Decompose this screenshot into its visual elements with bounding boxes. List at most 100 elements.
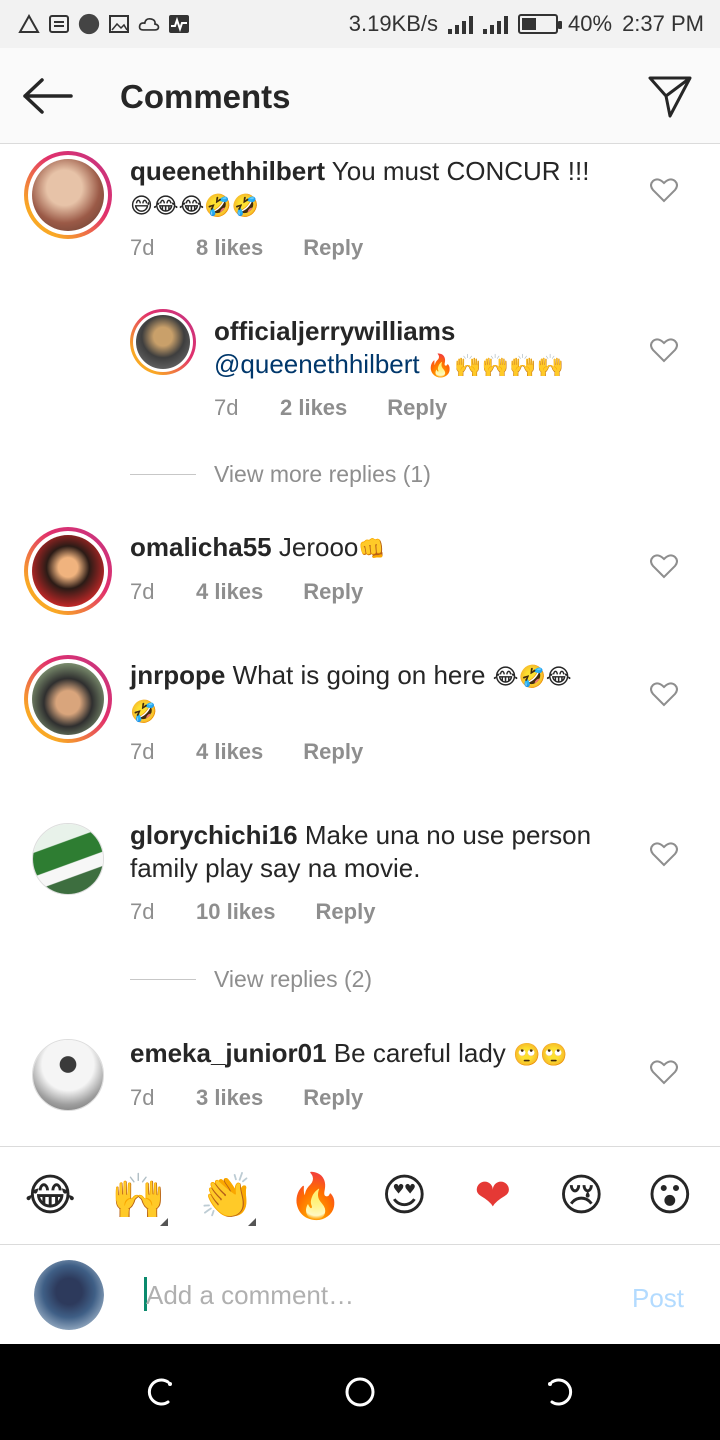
heart-outline-icon[interactable] xyxy=(650,841,678,867)
battery-icon xyxy=(518,14,563,34)
skin-tone-indicator xyxy=(248,1217,257,1226)
system-nav-bar xyxy=(0,1344,720,1440)
comment-meta: 7d 4 likes Reply xyxy=(130,579,363,605)
current-user-avatar xyxy=(34,1260,104,1330)
divider xyxy=(130,474,196,475)
notification-icons xyxy=(18,13,190,35)
reply-button[interactable]: Reply xyxy=(316,899,376,925)
comment-emojis-line2: 🤣 xyxy=(130,700,158,725)
back-nav-icon[interactable] xyxy=(542,1374,578,1410)
comment-body: Make una no use person xyxy=(304,820,592,850)
signal-icon xyxy=(448,14,474,34)
warning-icon xyxy=(18,13,40,35)
comment-emojis: 😅😂😂🤣🤣 xyxy=(130,194,260,219)
message-icon xyxy=(48,13,70,35)
dot-icon xyxy=(78,13,100,35)
comment-meta: 7d 3 likes Reply xyxy=(130,1085,363,1111)
comment-time: 7d xyxy=(130,235,155,260)
heart-outline-icon[interactable] xyxy=(650,337,678,363)
comment-likes[interactable]: 4 likes xyxy=(196,739,263,765)
paper-plane-icon[interactable] xyxy=(646,72,694,120)
emoji-heart-button[interactable]: ❤ xyxy=(458,1170,528,1221)
arrow-left-icon[interactable] xyxy=(22,76,74,116)
emoji-quick-bar: 😂 🙌 👏 🔥 😍 ❤ 😢 😮 xyxy=(0,1146,720,1244)
comment-meta: 7d 10 likes Reply xyxy=(130,899,375,925)
heart-outline-icon[interactable] xyxy=(650,177,678,203)
comment-text: glorychichi16 Make una no use person fam… xyxy=(130,819,630,885)
comment-likes[interactable]: 8 likes xyxy=(196,235,263,261)
comments-list[interactable]: queenethhilbert You must CONCUR !!! 😅😂😂🤣… xyxy=(0,145,720,1145)
emoji-raised-hands-glyph: 🙌 xyxy=(111,1170,167,1222)
reply-button[interactable]: Reply xyxy=(303,739,363,765)
comment-text: officialjerrywilliams @queenethhilbert 🔥… xyxy=(214,315,634,383)
comment-composer: Post xyxy=(0,1244,720,1344)
heart-outline-icon[interactable] xyxy=(650,681,678,707)
comment-text: omalicha55 Jerooo👊 xyxy=(130,531,610,566)
comment-time: 7d xyxy=(130,1085,155,1110)
network-speed: 3.19KB/s xyxy=(348,11,439,36)
emoji-joy-button[interactable]: 😂 xyxy=(15,1170,85,1221)
emoji-fire-button[interactable]: 🔥 xyxy=(281,1170,351,1222)
reply-button[interactable]: Reply xyxy=(303,235,363,261)
comment-text: emeka_junior01 Be careful lady 🙄🙄 xyxy=(130,1037,620,1072)
divider xyxy=(130,979,196,980)
activity-icon xyxy=(168,13,190,35)
comment-meta: 7d 8 likes Reply xyxy=(130,235,363,261)
avatar[interactable] xyxy=(32,1039,104,1111)
mention-link[interactable]: @queenethhilbert xyxy=(214,349,420,379)
comment-body: Be careful lady xyxy=(333,1038,506,1068)
view-replies-label: View replies (2) xyxy=(214,966,373,992)
emoji-clap-glyph: 👏 xyxy=(199,1170,255,1222)
comment-likes[interactable]: 3 likes xyxy=(196,1085,263,1111)
comment-likes[interactable]: 2 likes xyxy=(280,395,347,421)
avatar[interactable] xyxy=(32,823,104,895)
avatar[interactable] xyxy=(24,527,112,615)
view-more-replies-button[interactable]: View more replies (1) xyxy=(130,461,431,488)
heart-outline-icon[interactable] xyxy=(650,553,678,579)
comment-likes[interactable]: 10 likes xyxy=(196,899,276,925)
comment-body: You must CONCUR !!! xyxy=(331,156,590,186)
reply-button[interactable]: Reply xyxy=(387,395,447,421)
recent-apps-icon[interactable] xyxy=(142,1374,178,1410)
comment-body-line2: family play say na movie. xyxy=(130,853,421,883)
clock: 2:37 PM xyxy=(622,11,704,36)
status-right: 3.19KB/s 40% 2:37 PM xyxy=(349,11,704,37)
emoji-clap-button[interactable]: 👏 xyxy=(192,1170,262,1226)
home-icon[interactable] xyxy=(342,1374,378,1410)
view-replies-button[interactable]: View replies (2) xyxy=(130,966,372,993)
comment-emojis: 🙄🙄 xyxy=(513,1043,568,1068)
comment-time: 7d xyxy=(130,579,155,604)
comment-username[interactable]: omalicha55 xyxy=(130,532,272,562)
comment-emojis: 🔥🙌🙌🙌🙌 xyxy=(426,354,564,379)
battery-percent: 40% xyxy=(568,11,613,36)
comment-time: 7d xyxy=(214,395,239,420)
view-more-replies-label: View more replies (1) xyxy=(214,461,431,487)
avatar[interactable] xyxy=(24,655,112,743)
emoji-raised-hands-button[interactable]: 🙌 xyxy=(104,1170,174,1226)
reply-button[interactable]: Reply xyxy=(303,579,363,605)
avatar[interactable] xyxy=(24,151,112,239)
comment-username[interactable]: emeka_junior01 xyxy=(130,1038,327,1068)
app-header: Comments xyxy=(0,48,720,144)
comment-body: What is going on here xyxy=(232,660,486,690)
comment-input[interactable] xyxy=(146,1275,606,1315)
comment-username[interactable]: officialjerrywilliams xyxy=(214,316,455,346)
comment-username[interactable]: glorychichi16 xyxy=(130,820,298,850)
comment-text: jnrpope What is going on here 😂🤣😂 🤣 xyxy=(130,659,620,729)
emoji-heart-eyes-button[interactable]: 😍 xyxy=(369,1170,439,1221)
comment-likes[interactable]: 4 likes xyxy=(196,579,263,605)
emoji-cry-button[interactable]: 😢 xyxy=(546,1170,616,1221)
heart-outline-icon[interactable] xyxy=(650,1059,678,1085)
reply-button[interactable]: Reply xyxy=(303,1085,363,1111)
comment-username[interactable]: queenethhilbert xyxy=(130,156,325,186)
comment-emojis: 😂🤣😂 xyxy=(492,665,572,690)
comment-body: Jerooo xyxy=(278,532,359,562)
post-button[interactable]: Post xyxy=(632,1283,684,1314)
status-bar: 3.19KB/s 40% 2:37 PM xyxy=(0,0,720,48)
emoji-wow-button[interactable]: 😮 xyxy=(635,1170,705,1221)
comment-time: 7d xyxy=(130,739,155,764)
comment-username[interactable]: jnrpope xyxy=(130,660,225,690)
page-title: Comments xyxy=(120,78,291,115)
avatar[interactable] xyxy=(130,309,196,375)
comment-meta: 7d 4 likes Reply xyxy=(130,739,363,765)
